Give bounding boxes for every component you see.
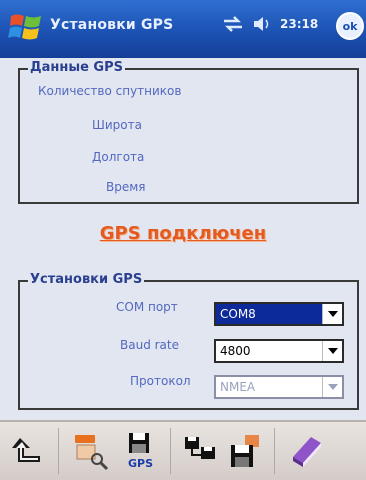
- status-area: 23:18: [222, 15, 318, 33]
- speaker-icon[interactable]: [252, 15, 272, 33]
- content-area: Данные GPS Количество спутников Широта Д…: [0, 58, 366, 420]
- latitude-label: Широта: [92, 118, 142, 132]
- svg-text:GPS: GPS: [128, 457, 153, 470]
- app-title: Установки GPS: [50, 17, 174, 33]
- windows-logo-icon[interactable]: [8, 10, 44, 44]
- gps-data-group: Данные GPS Количество спутников Широта Д…: [18, 60, 359, 204]
- baud-rate-label: Baud rate: [120, 338, 179, 352]
- gps-status-link[interactable]: GPS подключен: [0, 223, 366, 244]
- protocol-value: NMEA: [220, 380, 256, 394]
- baud-rate-value: 4800: [220, 344, 251, 358]
- protocol-label: Протокол: [130, 374, 191, 388]
- search-device-button[interactable]: [70, 430, 112, 472]
- baud-rate-select[interactable]: 4800: [214, 339, 344, 363]
- chevron-down-icon[interactable]: [322, 304, 342, 324]
- book-icon: [293, 437, 321, 467]
- time-label: Время: [106, 180, 146, 194]
- bottom-toolbar: GPS: [0, 420, 366, 480]
- gps-save-icon: GPS: [128, 433, 153, 470]
- help-book-button[interactable]: [286, 430, 328, 472]
- satellites-label: Количество спутников: [38, 84, 182, 98]
- toolbar-separator: [58, 428, 59, 474]
- title-bar: Установки GPS 23:18 ok: [0, 0, 366, 58]
- toolbar-separator: [274, 428, 275, 474]
- chevron-down-icon[interactable]: [322, 341, 342, 361]
- save-icon: [231, 435, 259, 467]
- gps-data-group-title: Данные GPS: [28, 60, 125, 75]
- search-device-icon: [75, 435, 109, 471]
- toolbar-separator: [170, 428, 171, 474]
- com-port-value: COM8: [216, 304, 322, 324]
- network-icon: [185, 437, 215, 459]
- protocol-select[interactable]: NMEA: [214, 375, 344, 399]
- connectivity-icon[interactable]: [222, 16, 244, 32]
- com-port-select[interactable]: COM8: [214, 302, 344, 326]
- network-button[interactable]: [180, 430, 222, 472]
- save-button[interactable]: [224, 430, 266, 472]
- chevron-down-icon[interactable]: [322, 377, 342, 397]
- back-button[interactable]: [6, 430, 48, 472]
- ok-button[interactable]: ok: [336, 12, 364, 40]
- com-port-label: COM порт: [116, 300, 178, 314]
- clock[interactable]: 23:18: [280, 17, 318, 31]
- longitude-label: Долгота: [92, 150, 145, 164]
- gps-settings-group-title: Установки GPS: [28, 272, 145, 287]
- gps-save-button[interactable]: GPS: [118, 430, 160, 472]
- back-arrow-icon: [12, 438, 40, 462]
